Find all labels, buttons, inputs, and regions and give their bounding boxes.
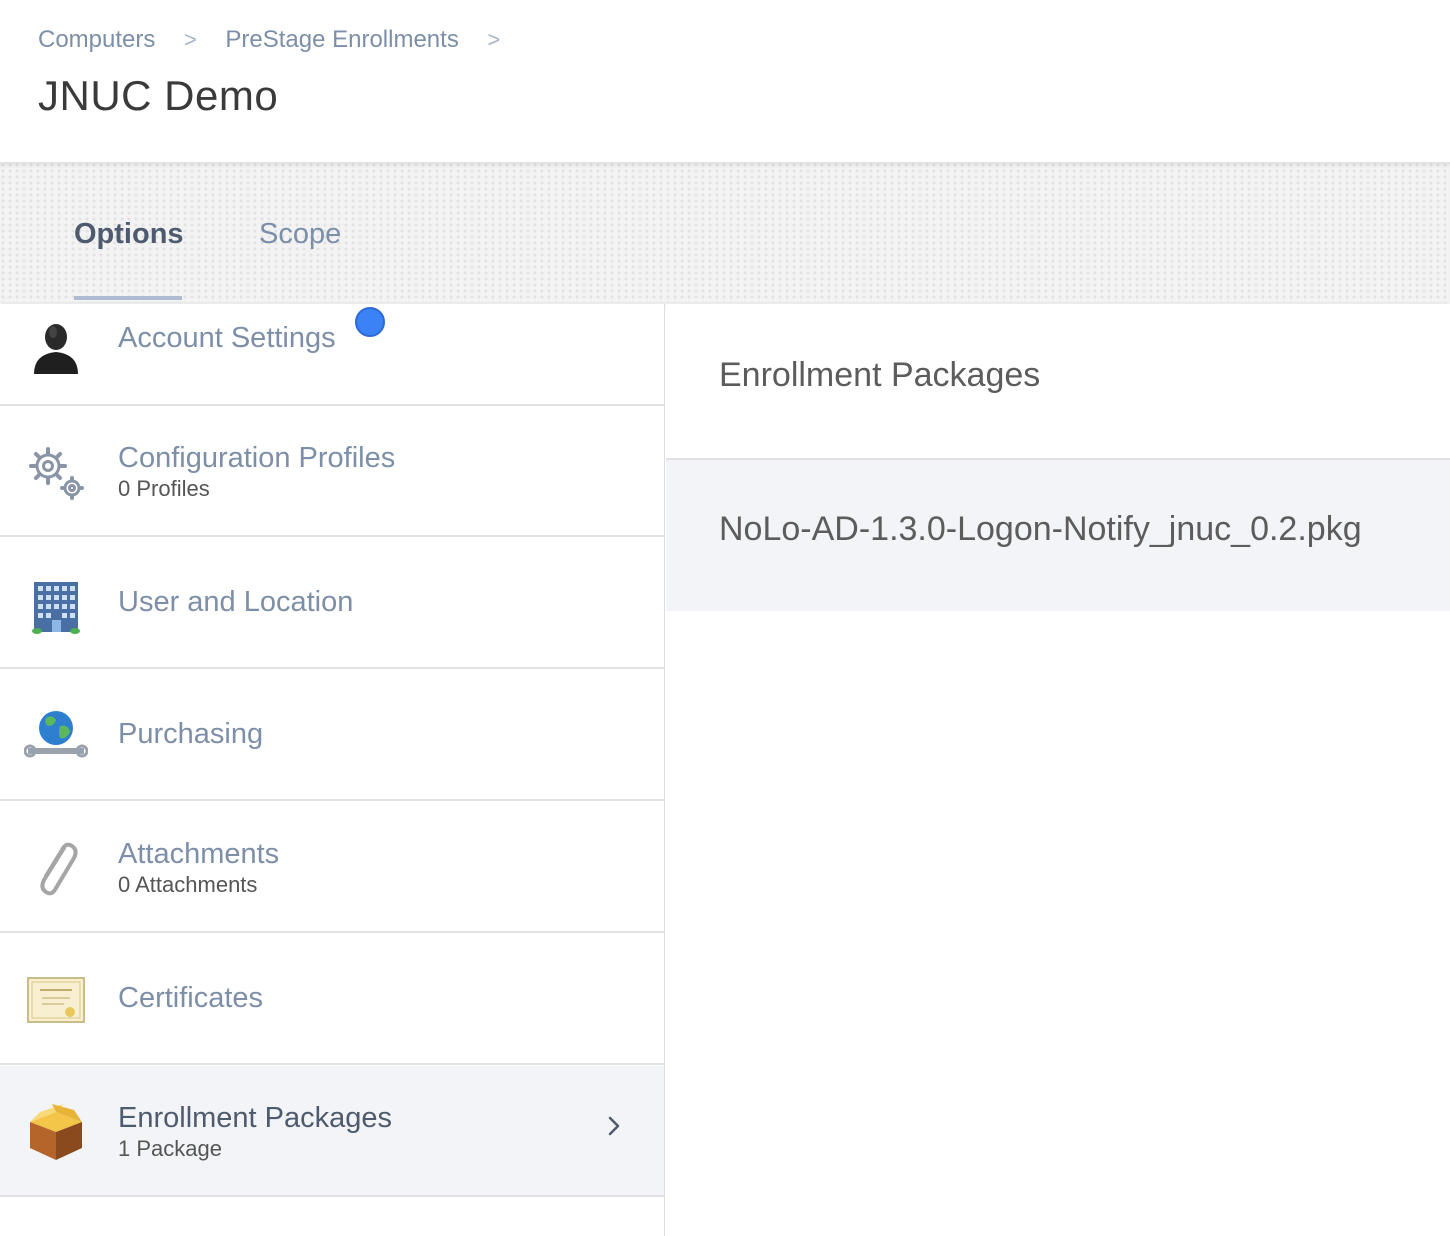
page-title: JNUC Demo [38,72,279,119]
detail-panel: Enrollment Packages NoLo-AD-1.3.0-Logon-… [666,304,1450,1236]
sidebar-item-user-and-location[interactable]: User and Location [0,538,664,669]
breadcrumb: Computers > PreStage Enrollments > [38,24,529,56]
sidebar-item-certificates[interactable]: Certificates [0,934,664,1065]
breadcrumb-separator: > [183,27,197,52]
sidebar-item-label: User and Location [118,586,354,618]
sidebar-item-enrollment-packages[interactable]: Enrollment Packages 1 Package [0,1066,664,1197]
sidebar-item-configuration-profiles[interactable]: Configuration Profiles 0 Profiles [0,406,664,537]
globe-wrench-icon [24,711,88,758]
sidebar-item-label: Purchasing [118,718,264,750]
sidebar-item-label: Account Settings [118,322,336,354]
options-sidebar: Account Settings Configuration Profiles … [0,304,665,1236]
sidebar-item-count: 0 Profiles [118,476,210,501]
paperclip-icon [40,842,78,896]
sidebar-item-label: Enrollment Packages [118,1102,393,1134]
notification-dot [355,307,385,337]
tab-options[interactable]: Options [74,218,184,251]
certificate-icon [27,977,85,1023]
sidebar-item-purchasing[interactable]: Purchasing [0,670,664,801]
package-row[interactable]: NoLo-AD-1.3.0-Logon-Notify_jnuc_0.2.pkg [666,458,1450,611]
office-building-icon [32,582,80,634]
page-header: Computers > PreStage Enrollments > JNUC … [0,0,1450,162]
gears-icon [29,447,84,500]
sidebar-item-account-settings[interactable]: Account Settings [0,304,664,406]
breadcrumb-prestage-enrollments[interactable]: PreStage Enrollments [225,26,458,54]
tab-bar: Options Scope [0,162,1450,302]
breadcrumb-separator: > [487,27,501,52]
package-name: NoLo-AD-1.3.0-Logon-Notify_jnuc_0.2.pkg [719,510,1362,548]
detail-title: Enrollment Packages [719,356,1041,394]
chevron-right-icon [608,1116,620,1136]
sidebar-item-label: Certificates [118,982,264,1014]
user-silhouette-icon [34,324,78,374]
breadcrumb-computers[interactable]: Computers [38,26,155,54]
sidebar-item-attachments[interactable]: Attachments 0 Attachments [0,802,664,933]
package-box-icon [30,1104,82,1160]
tab-scope[interactable]: Scope [259,218,341,251]
sidebar-item-count: 0 Attachments [118,872,258,897]
sidebar-item-label: Attachments [118,838,280,870]
sidebar-item-count: 1 Package [118,1136,222,1161]
sidebar-item-label: Configuration Profiles [118,442,396,474]
active-tab-indicator [74,296,182,300]
